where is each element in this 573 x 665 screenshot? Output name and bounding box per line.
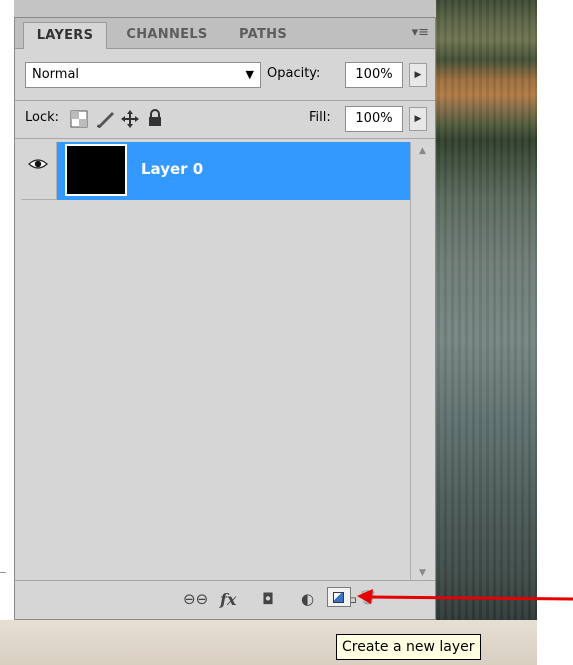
layer-row[interactable]: Layer 0 (21, 142, 410, 200)
lock-all-icon[interactable] (147, 109, 163, 127)
layers-scrollbar[interactable]: ▲ ▼ (415, 142, 435, 582)
divider (15, 100, 435, 101)
opacity-label: Opacity: (267, 66, 321, 81)
tab-channels[interactable]: CHANNELS (111, 22, 223, 48)
layer-thumbnail (65, 144, 127, 196)
canvas-background-photo (430, 0, 537, 620)
chevron-down-icon: ▼ (245, 68, 254, 81)
add-mask-icon[interactable]: ◘ (262, 590, 274, 608)
ruler-mark (0, 572, 6, 573)
red-annotation-arrow (357, 589, 573, 604)
panel-tab-bar: LAYERS CHANNELS PATHS ▾≡ (15, 18, 435, 49)
scroll-down-icon[interactable]: ▼ (419, 568, 426, 578)
blend-mode-select[interactable]: Normal ▼ (25, 62, 261, 88)
fill-label: Fill: (309, 110, 331, 125)
lock-position-icon[interactable] (120, 109, 140, 129)
scroll-up-icon[interactable]: ▲ (419, 146, 426, 156)
tab-paths[interactable]: PATHS (227, 22, 299, 48)
layer-name[interactable]: Layer 0 (141, 160, 203, 178)
new-layer-icon[interactable] (327, 587, 351, 607)
layer-visibility-toggle[interactable] (21, 142, 57, 200)
layer-style-fx-button[interactable]: fx (220, 590, 236, 609)
lock-label: Lock: (25, 110, 60, 125)
opacity-field[interactable]: 100% (345, 62, 403, 88)
layers-list: Layer 0 (21, 142, 411, 582)
lock-image-pixels-icon[interactable] (95, 109, 117, 129)
opacity-stepper-button[interactable]: ▶ (409, 63, 427, 87)
lock-transparent-pixels-icon[interactable] (70, 110, 88, 128)
tab-layers[interactable]: LAYERS (23, 22, 107, 49)
fill-stepper-button[interactable]: ▶ (409, 107, 427, 131)
fill-field[interactable]: 100% (345, 106, 403, 132)
divider (15, 138, 435, 139)
adjustment-layer-icon[interactable]: ◐ (301, 590, 314, 608)
link-layers-icon[interactable]: ⊖⊖ (183, 590, 208, 608)
blend-mode-value: Normal (32, 67, 80, 82)
eye-icon (28, 159, 48, 169)
panel-menu-icon[interactable]: ▾≡ (412, 25, 429, 40)
new-layer-tooltip: Create a new layer (336, 634, 481, 660)
layers-panel: LAYERS CHANNELS PATHS ▾≡ Normal ▼ Opacit… (14, 17, 436, 620)
